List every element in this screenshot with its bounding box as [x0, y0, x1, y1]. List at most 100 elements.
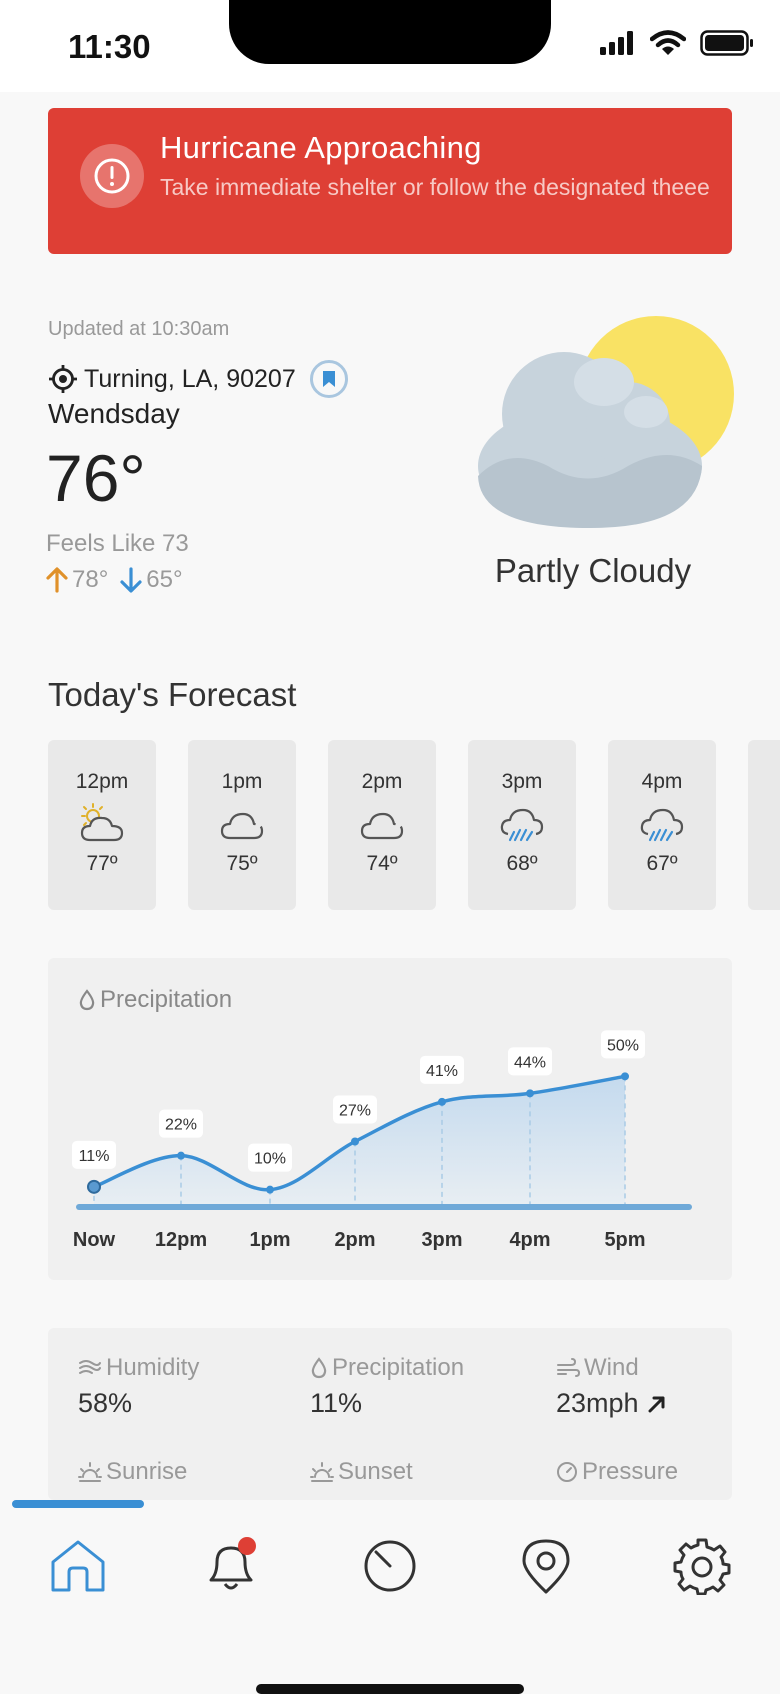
feels-like: Feels Like 73	[46, 530, 189, 557]
hour-label: 12pm	[75, 770, 129, 793]
bottom-tab-bar	[0, 1500, 780, 1694]
hurricane-alert[interactable]: Hurricane Approaching Take immediate she…	[48, 108, 732, 254]
x-tick-label: 3pm	[421, 1229, 462, 1251]
partly-cloudy-illustration	[478, 316, 734, 528]
precipitation-value: 11%	[310, 1388, 363, 1418]
chart-baseline	[76, 1204, 692, 1210]
hourly-forecast-list[interactable]: 12pm 77º 1pm 75º 2pm 74º 3pm 68º 4pm 67º	[48, 740, 780, 910]
humidity-icon	[79, 1360, 101, 1374]
status-bar: 11:30	[0, 0, 780, 92]
data-label: 11%	[79, 1148, 110, 1165]
data-label: 50%	[607, 1037, 639, 1054]
low-temp: 65°	[146, 566, 183, 593]
location-name: Turning, LA, 90207	[84, 364, 296, 393]
arrow-up-icon	[46, 567, 68, 593]
wind-value: 23mph	[556, 1388, 639, 1418]
precipitation-chart-card: Precipitation 11% Now 22% 12pm 10% 1pm 27% 2pm 4…	[48, 958, 732, 1280]
data-label: 41%	[426, 1063, 458, 1080]
data-point	[87, 1179, 101, 1194]
x-tick-label: 1pm	[249, 1229, 290, 1251]
data-label: 10%	[254, 1151, 286, 1168]
data-point	[177, 1151, 185, 1160]
condition-label: Partly Cloudy	[494, 552, 692, 589]
data-point	[351, 1137, 359, 1146]
tab-radar[interactable]	[354, 1530, 426, 1602]
data-point	[266, 1185, 274, 1194]
wifi-icon	[650, 30, 686, 55]
wind-detail: Wind 23mph	[556, 1354, 667, 1419]
hour-card[interactable]: 2pm 74º	[328, 740, 436, 910]
sunrise-label: Sunrise	[106, 1458, 188, 1485]
tab-locations[interactable]	[510, 1530, 582, 1602]
hour-temp: 68º	[506, 852, 538, 875]
weather-details-card: Humidity 58% Precipitation 11% Wind 23mp…	[48, 1328, 732, 1500]
location-target-icon	[49, 365, 77, 393]
status-icons	[600, 30, 754, 56]
sunrise-icon	[78, 1462, 102, 1482]
alert-message: Take immediate shelter or follow the des…	[160, 174, 710, 200]
weekday: Wendsday	[48, 398, 180, 429]
humidity-label: Humidity	[106, 1354, 200, 1381]
device-notch	[229, 0, 551, 64]
current-temperature: 76°	[46, 441, 146, 515]
hour-temp: 67º	[646, 852, 678, 875]
high-low: 78° 65°	[46, 566, 195, 594]
hour-card[interactable]: 1pm 75º	[188, 740, 296, 910]
hour-card[interactable]: 4pm 67º	[608, 740, 716, 910]
hour-card[interactable]: 3pm 68º	[468, 740, 576, 910]
hour-temp: 74º	[366, 852, 398, 875]
cloud-icon	[220, 812, 264, 840]
precipitation-detail: Precipitation 11%	[310, 1354, 464, 1419]
humidity-value: 58%	[78, 1388, 133, 1418]
sunset-icon	[310, 1462, 334, 1482]
cloud-icon	[360, 812, 404, 840]
hour-label: 1pm	[221, 770, 263, 793]
alert-title: Hurricane Approaching	[160, 130, 482, 165]
wind-icon	[557, 1358, 580, 1377]
signal-icon	[600, 31, 633, 55]
location-row: Turning, LA, 90207	[48, 360, 348, 398]
sunrise-detail: Sunrise	[78, 1458, 187, 1486]
tab-settings[interactable]	[666, 1530, 738, 1602]
x-tick-label: 12pm	[155, 1229, 207, 1251]
x-tick-label: 2pm	[334, 1229, 375, 1251]
high-temp: 78°	[72, 566, 109, 593]
home-indicator[interactable]	[256, 1684, 524, 1694]
data-point	[438, 1097, 446, 1106]
gauge-icon	[557, 1462, 577, 1482]
data-label: 22%	[165, 1117, 197, 1134]
precipitation-label: Precipitation	[332, 1354, 465, 1381]
bell-icon	[209, 1537, 256, 1590]
forecast-title: Today's Forecast	[48, 676, 297, 713]
bookmark-icon	[322, 371, 335, 387]
warning-icon	[80, 144, 144, 208]
hour-temp: 75º	[226, 852, 258, 875]
partly-sunny-icon	[80, 803, 124, 842]
home-icon	[51, 1540, 105, 1592]
tab-home[interactable]	[42, 1530, 114, 1602]
bookmark-button[interactable]	[309, 360, 348, 398]
gauge-icon	[364, 1540, 416, 1592]
hour-card[interactable]: 12pm 77º	[48, 740, 156, 910]
x-tick-label: 5pm	[604, 1229, 645, 1251]
precipitation-chart: 11% Now 22% 12pm 10% 1pm 27% 2pm 41% 3pm 44% 4pm 50%…	[72, 1030, 692, 1251]
data-label: 44%	[514, 1054, 546, 1071]
data-point	[621, 1072, 629, 1081]
map-pin-icon	[522, 1539, 570, 1594]
wind-label: Wind	[584, 1354, 639, 1381]
hour-temp: 77º	[86, 852, 118, 875]
active-tab-indicator	[12, 1500, 144, 1508]
sunset-label: Sunset	[338, 1458, 413, 1485]
rain-cloud-icon	[640, 808, 684, 842]
updated-time: Updated at 10:30am	[48, 318, 230, 340]
tab-alerts[interactable]	[196, 1530, 268, 1602]
pressure-detail: Pressure	[556, 1458, 678, 1486]
rain-cloud-icon	[500, 808, 544, 842]
droplet-icon	[311, 1357, 327, 1379]
hour-card-partial[interactable]	[748, 740, 780, 910]
battery-icon	[700, 30, 753, 56]
wind-direction-icon	[648, 1396, 665, 1412]
status-time: 11:30	[68, 28, 151, 65]
wind-value-row: 23mph	[556, 1388, 667, 1419]
data-point	[526, 1089, 534, 1098]
